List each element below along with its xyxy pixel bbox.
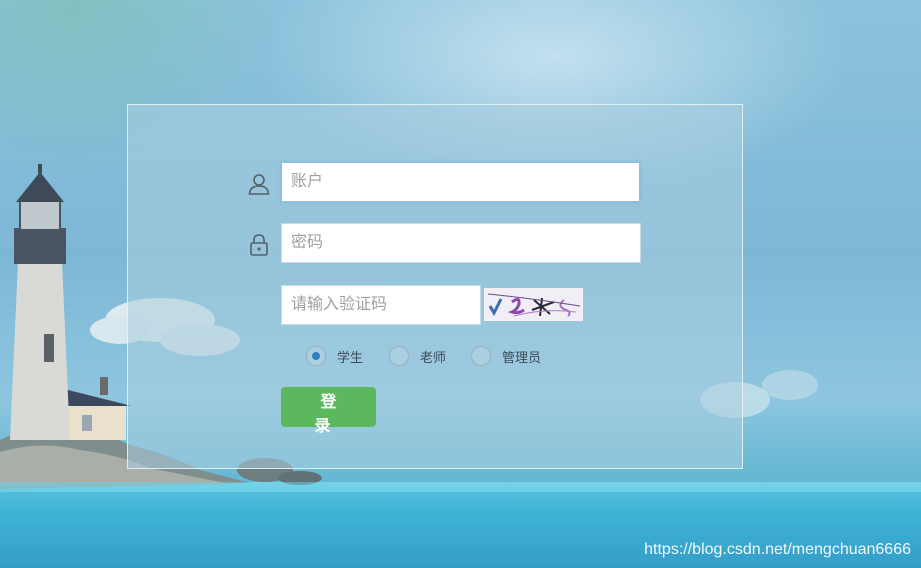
captcha-input[interactable] bbox=[281, 285, 481, 325]
lock-icon bbox=[250, 234, 268, 256]
user-icon bbox=[248, 174, 270, 195]
radio-student-label[interactable]: 学生 bbox=[337, 347, 363, 366]
account-input[interactable] bbox=[281, 162, 640, 202]
watermark: https://blog.csdn.net/mengchuan6666 bbox=[644, 541, 911, 558]
lighthouse-tower bbox=[10, 164, 70, 440]
captcha-image[interactable] bbox=[484, 288, 583, 321]
radio-teacher-label[interactable]: 老师 bbox=[420, 347, 446, 366]
radio-teacher[interactable] bbox=[389, 346, 409, 366]
password-input[interactable] bbox=[281, 223, 641, 263]
radio-admin-label[interactable]: 管理员 bbox=[502, 347, 541, 366]
radio-student[interactable] bbox=[306, 346, 326, 366]
login-button[interactable]: 登 录 bbox=[281, 387, 376, 435]
radio-admin[interactable] bbox=[471, 346, 491, 366]
